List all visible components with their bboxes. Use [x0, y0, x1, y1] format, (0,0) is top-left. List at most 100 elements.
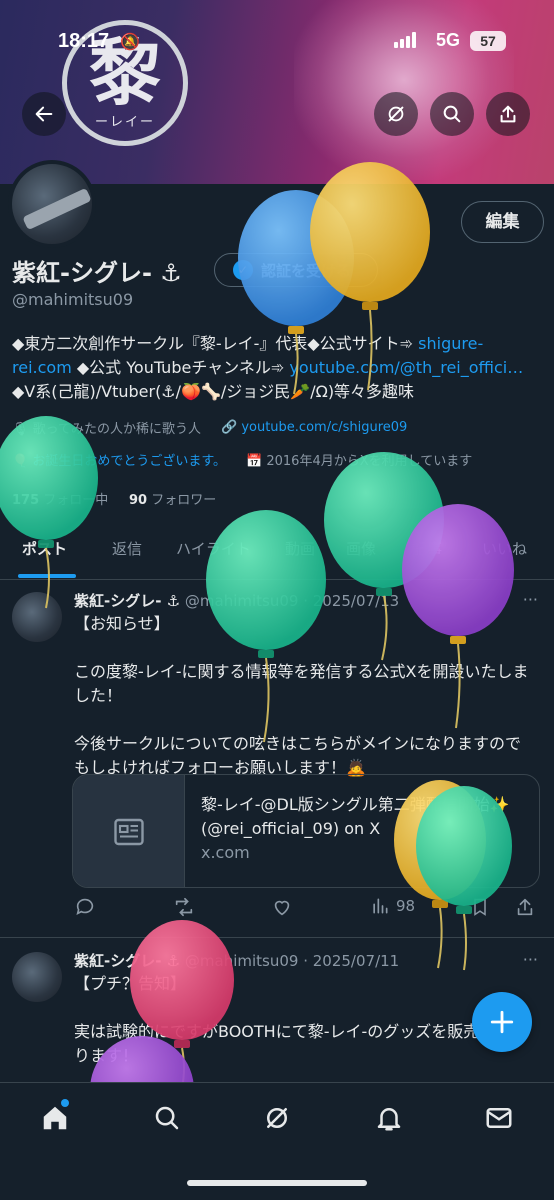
joined-label: 2016年4月からXを利用しています	[266, 454, 473, 469]
bio-text-1: ◆東方二次創作サークル『黎-レイ-』代表◆公式サイト➾	[12, 334, 419, 353]
repost-button[interactable]	[172, 896, 196, 918]
compose-button[interactable]	[472, 992, 532, 1052]
share-icon	[500, 105, 516, 123]
bookmark-icon	[474, 898, 486, 916]
avatar[interactable]	[8, 160, 96, 248]
link-card-domain: x.com	[201, 843, 250, 862]
nav-home[interactable]	[40, 1103, 70, 1133]
edit-profile-button[interactable]: 編集	[461, 201, 544, 243]
post-author-name: 紫紅-シグレ- ⚓	[74, 952, 181, 970]
tab-highlights[interactable]: ハイライト	[176, 538, 251, 559]
repost-icon	[175, 897, 193, 917]
link-card[interactable]: 黎-レイ-@DL版シングル第二弾配信開始✨ (@rei_official_09)…	[72, 774, 540, 888]
post-more-button[interactable]: ···	[523, 590, 538, 609]
views-button[interactable]: 98	[370, 896, 415, 916]
battery-level: 57	[470, 31, 506, 51]
like-button[interactable]	[270, 896, 294, 918]
share-button[interactable]	[486, 92, 530, 136]
following-link[interactable]: 175 フォロー中	[12, 493, 108, 508]
signal-icon	[394, 32, 416, 48]
profile-meta-row-1: 🎙 歌ってみたの人か稀に歌う人 🔗 youtube.com/c/shigure0…	[12, 418, 407, 437]
followers-count: 90	[128, 493, 148, 508]
post-avatar[interactable]	[12, 592, 62, 642]
nav-grok[interactable]	[262, 1103, 292, 1133]
birthday-label: お誕生日おめでとうございます。	[32, 454, 227, 469]
post-handle-date: @mahimitsu09 · 2025/07/13	[184, 592, 400, 610]
avatar-guitar-image	[22, 187, 92, 231]
followers-label: フォロワー	[151, 493, 217, 508]
home-icon	[43, 1106, 67, 1130]
arrow-left-icon	[35, 106, 53, 122]
share-post-button[interactable]	[514, 896, 536, 918]
bio-link-youtube[interactable]: youtube.com/@th_rei_offici…	[289, 358, 523, 377]
birthday-item: 🎈 お誕生日おめでとうございます。	[12, 454, 227, 469]
search-icon	[443, 105, 461, 123]
post-more-button[interactable]: ···	[523, 950, 538, 969]
compose-plus-icon	[490, 1010, 514, 1034]
reply-button[interactable]	[74, 896, 96, 918]
search-icon	[155, 1106, 179, 1130]
reply-icon	[76, 898, 94, 915]
network-type: 5G	[436, 30, 461, 50]
user-handle: @mahimitsu09	[12, 290, 134, 309]
bookmark-button[interactable]	[470, 896, 490, 918]
bio-text-3: ◆V系(己龍)/Vtuber(⚓/🍑🦴/ジョジ民🥕/Ω)等々多趣味	[12, 382, 415, 401]
tab-videos[interactable]: 動画	[285, 538, 315, 559]
logo-reading: ーレイー	[94, 114, 155, 130]
banner-character-art	[294, 0, 514, 180]
post-body: 【お知らせ】 この度黎-レイ-に関する情報等を発信する公式Xを開設いたしました！…	[74, 614, 529, 777]
joined-item: 📅 2016年4月からXを利用しています	[246, 454, 473, 469]
grok-button[interactable]	[374, 92, 418, 136]
profile-bio: ◆東方二次創作サークル『黎-レイ-』代表◆公式サイト➾ shigure-rei.…	[12, 332, 542, 404]
home-notification-dot	[61, 1099, 69, 1107]
tab-likes[interactable]: いいね	[482, 538, 527, 559]
article-icon	[113, 818, 144, 846]
share-icon	[517, 898, 533, 916]
profile-tabs: ポスト 返信 ハイライト 動画 画像 記事 いいね	[0, 528, 554, 580]
grok-icon	[267, 1108, 287, 1128]
post-header: 紫紅-シグレ- ⚓ @mahimitsu09 · 2025/07/11	[74, 950, 399, 971]
followers-link[interactable]: 90 フォロワー	[129, 493, 216, 508]
tab-posts[interactable]: ポスト	[22, 538, 67, 559]
nav-search[interactable]	[152, 1103, 182, 1133]
views-icon	[373, 898, 388, 914]
grok-icon	[388, 106, 404, 122]
following-count: 175	[12, 493, 40, 508]
profile-website-link[interactable]: youtube.com/c/shigure09	[241, 420, 407, 435]
notifications-icon	[377, 1108, 401, 1131]
bio-text-2: ◆公式 YouTubeチャンネル➾	[71, 358, 290, 377]
link-card-title: 黎-レイ-@DL版シングル第二弾配信開始✨ (@rei_official_09)…	[201, 795, 510, 838]
home-indicator	[187, 1180, 367, 1186]
active-tab-indicator	[18, 574, 76, 578]
messages-icon	[486, 1108, 512, 1128]
tab-replies[interactable]: 返信	[112, 538, 142, 559]
heart-icon	[274, 900, 290, 916]
link-card-thumbnail	[73, 775, 185, 887]
get-verified-button[interactable]: ✓ 認証を受ける	[214, 253, 378, 287]
bell-slash-icon: 🔕	[120, 32, 140, 51]
profile-meta-row-2: 🎈 お誕生日おめでとうございます。 📅 2016年4月からXを利用しています	[12, 450, 472, 469]
back-button[interactable]	[22, 92, 66, 136]
website-item[interactable]: 🔗 youtube.com/c/shigure09	[221, 420, 407, 435]
category-label: 歌ってみたの人か稀に歌う人	[32, 422, 201, 437]
post-divider	[0, 937, 554, 938]
display-name: 紫紅-シグレ- ⚓	[12, 259, 182, 287]
tab-images[interactable]: 画像	[346, 538, 376, 559]
following-label: フォロー中	[43, 493, 109, 508]
post-body: 【プチ？告知】 実は試験的にですがBOOTHにて黎-レイ-のグッズを販売しており…	[74, 974, 527, 1065]
post-header: 紫紅-シグレ- ⚓ @mahimitsu09 · 2025/07/13	[74, 590, 399, 611]
nav-messages[interactable]	[484, 1103, 514, 1133]
tab-articles[interactable]: 記事	[412, 538, 442, 559]
get-verified-label: 認証を受ける	[261, 261, 352, 280]
views-count: 98	[396, 897, 416, 915]
search-button[interactable]	[430, 92, 474, 136]
post-handle-date: @mahimitsu09 · 2025/07/11	[184, 952, 400, 970]
status-time: 18:17	[58, 30, 110, 52]
post-author-name: 紫紅-シグレ- ⚓	[74, 592, 181, 610]
status-bar: 18:17 🔕 5G 57	[0, 28, 554, 56]
verified-badge-icon: ✓	[233, 260, 253, 280]
post-avatar[interactable]	[12, 952, 62, 1002]
follow-counts: 175 フォロー中 90 フォロワー	[12, 489, 216, 508]
nav-notifications[interactable]	[374, 1103, 404, 1133]
post-actions: 98	[0, 896, 554, 924]
